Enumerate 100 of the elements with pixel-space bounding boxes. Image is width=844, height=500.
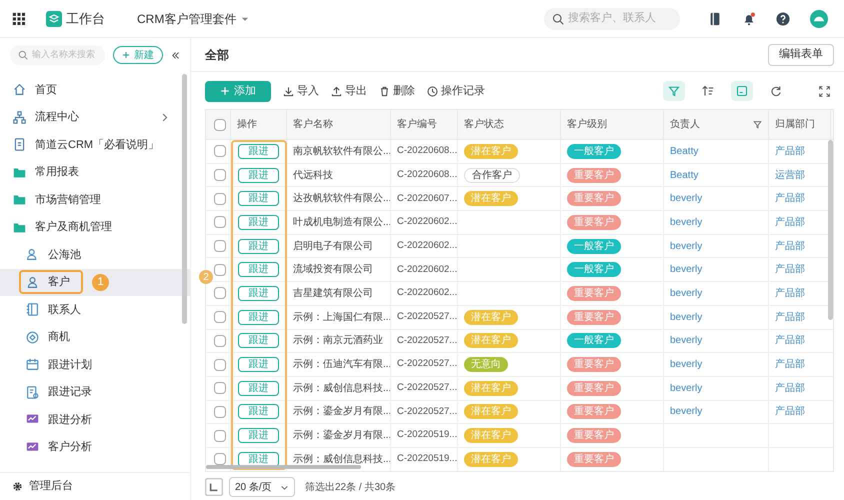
target-icon (26, 330, 39, 344)
owner-link[interactable]: beverly (670, 357, 702, 372)
owner-link[interactable]: beverly (670, 286, 702, 301)
follow-up-button[interactable]: 跟进 (238, 380, 279, 396)
checkbox[interactable] (214, 240, 226, 252)
nav-item[interactable]: 流程中心 (0, 104, 190, 131)
scrollbar[interactable] (182, 74, 187, 324)
book-icon[interactable] (708, 12, 722, 26)
toolbar-button[interactable]: 操作记录 (427, 82, 485, 100)
edit-form-button[interactable]: 编辑表单 (768, 44, 834, 66)
follow-up-button[interactable]: 跟进 (238, 310, 279, 325)
follow-up-button[interactable]: 跟进 (238, 404, 279, 420)
nav-item[interactable]: 跟进分析 (0, 406, 190, 434)
owner-link[interactable]: beverly (670, 262, 702, 278)
filter-icon[interactable] (753, 120, 762, 129)
owner-link[interactable]: beverly (670, 214, 702, 230)
checkbox[interactable] (214, 406, 226, 418)
department-link[interactable]: 产品部 (775, 380, 805, 396)
filter-button[interactable] (663, 81, 685, 101)
nav-item[interactable]: 公海池 (0, 241, 190, 268)
bell-icon[interactable] (742, 12, 756, 26)
toolbar-button[interactable]: 导入 (283, 82, 319, 100)
nav-item[interactable]: 客户 1 (0, 268, 190, 296)
department-link[interactable]: 产品部 (775, 333, 805, 348)
add-button[interactable]: 添加 (205, 80, 271, 102)
department-link[interactable]: 产品部 (775, 404, 805, 420)
checkbox[interactable] (214, 311, 226, 324)
status-tag: 潜在客户 (464, 310, 518, 325)
follow-up-button[interactable]: 跟进 (238, 191, 279, 206)
follow-up-button[interactable]: 跟进 (238, 333, 279, 348)
nav-item[interactable]: 商机 (0, 324, 190, 351)
toolbar-button[interactable]: 删除 (379, 82, 415, 100)
app-switcher[interactable]: CRM客户管理套件 (137, 10, 250, 28)
department-link[interactable]: 产品部 (775, 262, 805, 278)
status-tag: 潜在客户 (464, 428, 518, 444)
checkbox[interactable] (214, 118, 226, 130)
department-link[interactable]: 产品部 (775, 191, 805, 206)
checkbox[interactable] (214, 358, 226, 371)
owner-link[interactable]: beverly (670, 238, 702, 254)
follow-up-button[interactable]: 跟进 (238, 144, 279, 159)
checkbox[interactable] (214, 382, 226, 394)
department-link[interactable]: 产品部 (775, 357, 805, 372)
owner-link[interactable]: Beatty (670, 144, 698, 159)
department-link[interactable]: 产品部 (775, 238, 805, 254)
follow-up-button[interactable]: 跟进 (238, 357, 279, 372)
department-link[interactable]: 产品部 (775, 144, 805, 159)
apps-icon[interactable] (12, 12, 26, 26)
follow-up-button[interactable]: 跟进 (238, 168, 279, 183)
new-button[interactable]: 新建 (112, 46, 163, 64)
follow-up-button[interactable]: 跟进 (238, 262, 279, 278)
collapse-icon[interactable] (170, 50, 180, 60)
department-link[interactable]: 产品部 (775, 214, 805, 230)
follow-up-button[interactable]: 跟进 (238, 428, 279, 444)
department-link[interactable]: 产品部 (775, 310, 805, 325)
checkbox[interactable] (214, 430, 226, 442)
nav-item[interactable]: 简道云CRM「必看说明」 (0, 131, 190, 158)
checkbox[interactable] (214, 334, 226, 347)
record-icon (26, 386, 39, 399)
status-tag: 潜在客户 (464, 404, 518, 420)
nav-item[interactable]: 首页 (0, 76, 190, 104)
owner-link[interactable]: beverly (670, 404, 702, 420)
scrollbar[interactable] (206, 465, 361, 469)
checkbox[interactable] (214, 216, 226, 228)
help-icon[interactable] (776, 12, 790, 26)
nav-item[interactable]: 常用报表 (0, 158, 190, 186)
table-cell-text: C-20220602... (397, 215, 458, 230)
department-link[interactable]: 运营部 (775, 168, 805, 183)
owner-link[interactable]: Beatty (670, 168, 698, 183)
checkbox[interactable] (214, 453, 226, 466)
toolbar-button[interactable]: 导出 (331, 82, 367, 100)
checkbox[interactable] (214, 169, 226, 182)
scrollbar[interactable] (828, 140, 833, 320)
nav-item[interactable]: 跟进记录 (0, 378, 190, 406)
status-tag: 重要客户 (567, 452, 621, 467)
status-tag: 重要客户 (567, 404, 621, 420)
follow-up-button[interactable]: 跟进 (238, 214, 279, 230)
nav-item[interactable]: 客户及商机管理 (0, 214, 190, 241)
owner-link[interactable]: beverly (670, 191, 702, 206)
nav-item[interactable]: 联系人 (0, 296, 190, 324)
nav-item[interactable]: 市场营销管理 (0, 186, 190, 214)
owner-link[interactable]: beverly (670, 333, 702, 348)
checkbox[interactable] (214, 264, 226, 276)
fullscreen-icon[interactable] (819, 86, 830, 96)
follow-up-button[interactable]: 跟进 (238, 238, 279, 254)
note-button[interactable] (731, 81, 753, 101)
checkbox[interactable] (214, 287, 226, 300)
checkbox[interactable] (214, 145, 226, 158)
search-field[interactable]: 搜索客户、联系人 (544, 8, 680, 30)
status-tag: 潜在客户 (464, 452, 518, 467)
nav-item[interactable]: 客户分析 (0, 434, 190, 461)
owner-link[interactable]: beverly (670, 380, 702, 396)
department-link[interactable]: 产品部 (775, 286, 805, 301)
workbench-link[interactable]: 工作台 (46, 8, 105, 28)
admin-link[interactable]: 管理后台 (0, 472, 190, 500)
owner-link[interactable]: beverly (670, 310, 702, 325)
checkbox[interactable] (214, 192, 226, 205)
avatar-icon[interactable] (810, 10, 828, 28)
nav-item[interactable]: 跟进计划 (0, 351, 190, 378)
follow-up-button[interactable]: 跟进 (238, 286, 279, 301)
page-size-select[interactable]: 20 条/页 (229, 477, 295, 497)
